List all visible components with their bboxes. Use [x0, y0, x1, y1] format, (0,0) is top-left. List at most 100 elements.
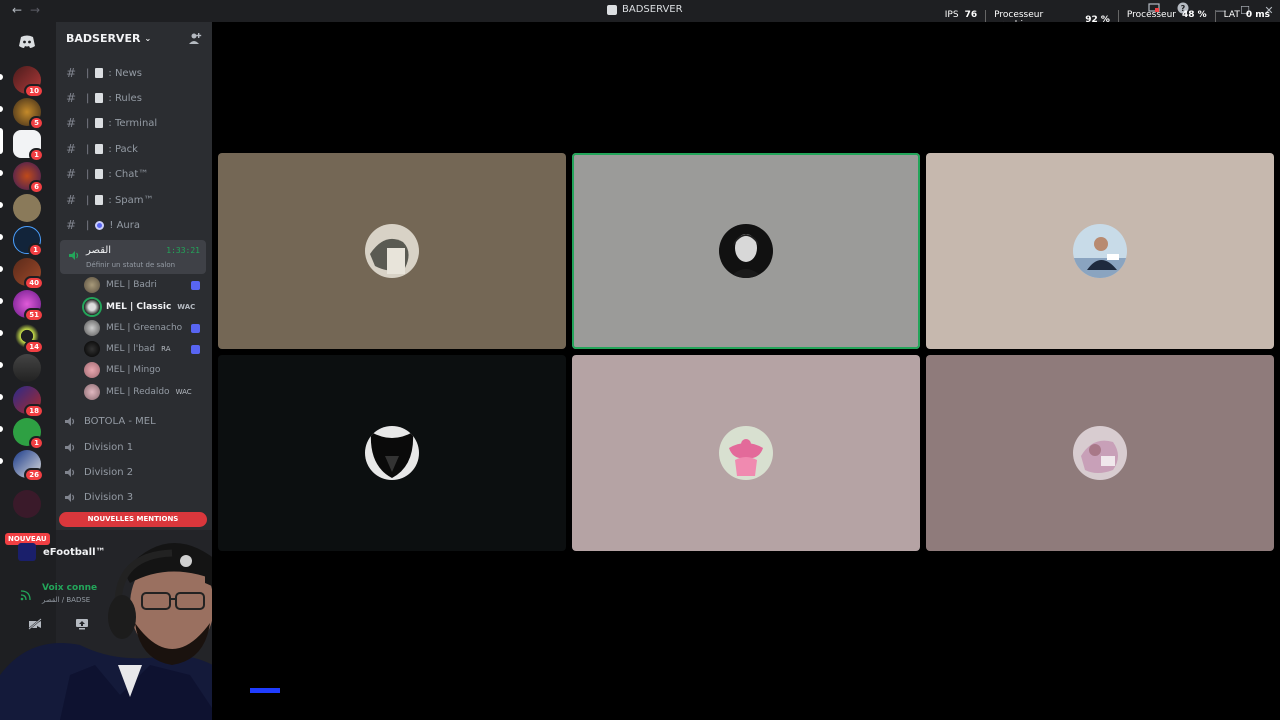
participant-tile[interactable]	[926, 153, 1274, 349]
server-icon[interactable]	[13, 194, 41, 222]
channel-prefix: :	[108, 143, 112, 155]
channel-terminal[interactable]: # |: Terminal	[64, 112, 208, 134]
channel-chat[interactable]: # |: Chat™	[64, 163, 208, 185]
voice-channel-botola[interactable]: BOTOLA - MEL	[64, 410, 206, 432]
discord-home-icon[interactable]	[13, 28, 41, 56]
separator: |	[86, 92, 90, 104]
voice-member[interactable]: MEL | l'bad RA	[84, 339, 206, 359]
voice-member[interactable]: MEL | Mingo	[84, 360, 206, 380]
channel-prefix: :	[108, 194, 112, 206]
channel-label: Pack	[114, 143, 138, 155]
mention-badge: 10	[24, 84, 44, 98]
voice-channel-division-2[interactable]: Division 2	[64, 461, 206, 483]
unread-pill	[0, 170, 3, 176]
accent-bar	[250, 688, 280, 693]
speaker-icon	[65, 467, 75, 477]
active-voice-channel[interactable]: القصر 1:33:21 Définir un statut de salon	[60, 240, 206, 274]
server-icon[interactable]: 18	[13, 386, 44, 418]
server-icon[interactable]: 51	[13, 290, 44, 322]
channel-prefix-mark: !	[109, 219, 114, 231]
invite-people-icon[interactable]	[188, 31, 202, 50]
mention-badge: 1	[29, 148, 44, 162]
gpu-label-line1: Processeur	[994, 10, 1044, 20]
participant-tile[interactable]	[572, 355, 920, 551]
channel-aura[interactable]: # |! Aura	[64, 214, 208, 236]
forward-arrow-icon[interactable]: →	[30, 3, 40, 17]
window-title: BADSERVER	[607, 4, 683, 15]
voice-channel-division-1[interactable]: Division 1	[64, 436, 206, 458]
selected-pill	[0, 128, 3, 154]
server-icon[interactable]	[13, 354, 41, 382]
unread-pill	[0, 106, 3, 112]
unread-pill	[0, 202, 3, 208]
participant-tile[interactable]	[218, 153, 566, 349]
member-tag: WAC	[175, 388, 192, 396]
app-icon	[607, 4, 617, 15]
avatar	[84, 320, 100, 336]
document-icon	[95, 169, 104, 179]
separator: |	[86, 117, 90, 129]
latency-label: LAT	[1223, 10, 1240, 20]
server-icon[interactable]: 6	[13, 162, 44, 194]
participant-tile[interactable]	[218, 355, 566, 551]
unread-pill	[0, 330, 3, 336]
boost-icon	[191, 323, 200, 333]
member-tag: RA	[161, 345, 171, 353]
fps-label: IPS	[944, 10, 959, 20]
cpu-label: Processeur	[1126, 10, 1176, 20]
speaker-icon	[65, 416, 75, 426]
server-icon[interactable]: 1	[13, 226, 43, 257]
voice-channel-division-3[interactable]: Division 3	[64, 486, 206, 508]
member-name: MEL | Classic	[106, 302, 172, 312]
member-name: MEL | Mingo	[106, 365, 161, 375]
hashtag-icon: #	[66, 142, 77, 156]
speaker-icon	[65, 442, 75, 452]
hashtag-icon: #	[66, 66, 77, 80]
channel-pack[interactable]: # |: Pack	[64, 138, 208, 160]
member-name: MEL | Redaldo	[106, 387, 170, 397]
separator: |	[86, 219, 90, 231]
channel-label: Division 2	[84, 466, 134, 478]
window-title-text: BADSERVER	[622, 4, 683, 15]
back-arrow-icon[interactable]: ←	[12, 3, 22, 17]
server-icon[interactable]: 5	[13, 98, 44, 130]
unread-pill	[0, 298, 3, 304]
server-icon[interactable]	[13, 490, 41, 518]
server-icon[interactable]: 26	[13, 450, 44, 482]
server-icon[interactable]: 10	[13, 66, 44, 98]
server-icon[interactable]: 40	[13, 258, 44, 290]
hashtag-icon: #	[66, 218, 77, 232]
channel-label: Terminal	[114, 117, 158, 129]
speaker-icon	[65, 492, 75, 502]
speaker-icon	[68, 246, 80, 265]
cpu-value: 48 %	[1181, 10, 1207, 20]
participant-avatar	[719, 426, 773, 480]
voice-member[interactable]: MEL | Redaldo WAC	[84, 382, 206, 402]
channel-label: Division 3	[84, 491, 134, 503]
unread-pill	[0, 426, 3, 432]
mention-badge: 14	[24, 340, 44, 354]
channel-prefix: :	[108, 92, 112, 104]
server-icon[interactable]: 1	[13, 418, 44, 450]
separator: |	[86, 143, 90, 155]
server-icon[interactable]: 14	[13, 322, 44, 354]
server-icon-badserver[interactable]: 1	[13, 130, 44, 162]
hashtag-icon: #	[66, 116, 77, 130]
participant-tile[interactable]	[926, 355, 1274, 551]
voice-member[interactable]: MEL | Greenacho	[84, 318, 206, 338]
boost-icon	[191, 344, 200, 354]
participant-avatar	[719, 224, 773, 278]
voice-status-prompt[interactable]: Définir un statut de salon	[86, 261, 175, 269]
participant-avatar	[1073, 426, 1127, 480]
channel-label: Spam™	[114, 194, 154, 206]
channel-rules[interactable]: # |: Rules	[64, 87, 208, 109]
voice-member[interactable]: MEL | Classic WAC	[84, 297, 206, 317]
participant-tile-speaking[interactable]	[572, 153, 920, 349]
channel-spam[interactable]: # |: Spam™	[64, 189, 208, 211]
channel-news[interactable]: # |: News	[64, 62, 208, 84]
fps-stat: IPS 76	[945, 10, 977, 20]
latency-stat: LAT 0 ms	[1224, 10, 1270, 20]
voice-member[interactable]: MEL | Badri	[84, 275, 206, 295]
unread-pill	[0, 266, 3, 272]
avatar	[84, 277, 100, 293]
